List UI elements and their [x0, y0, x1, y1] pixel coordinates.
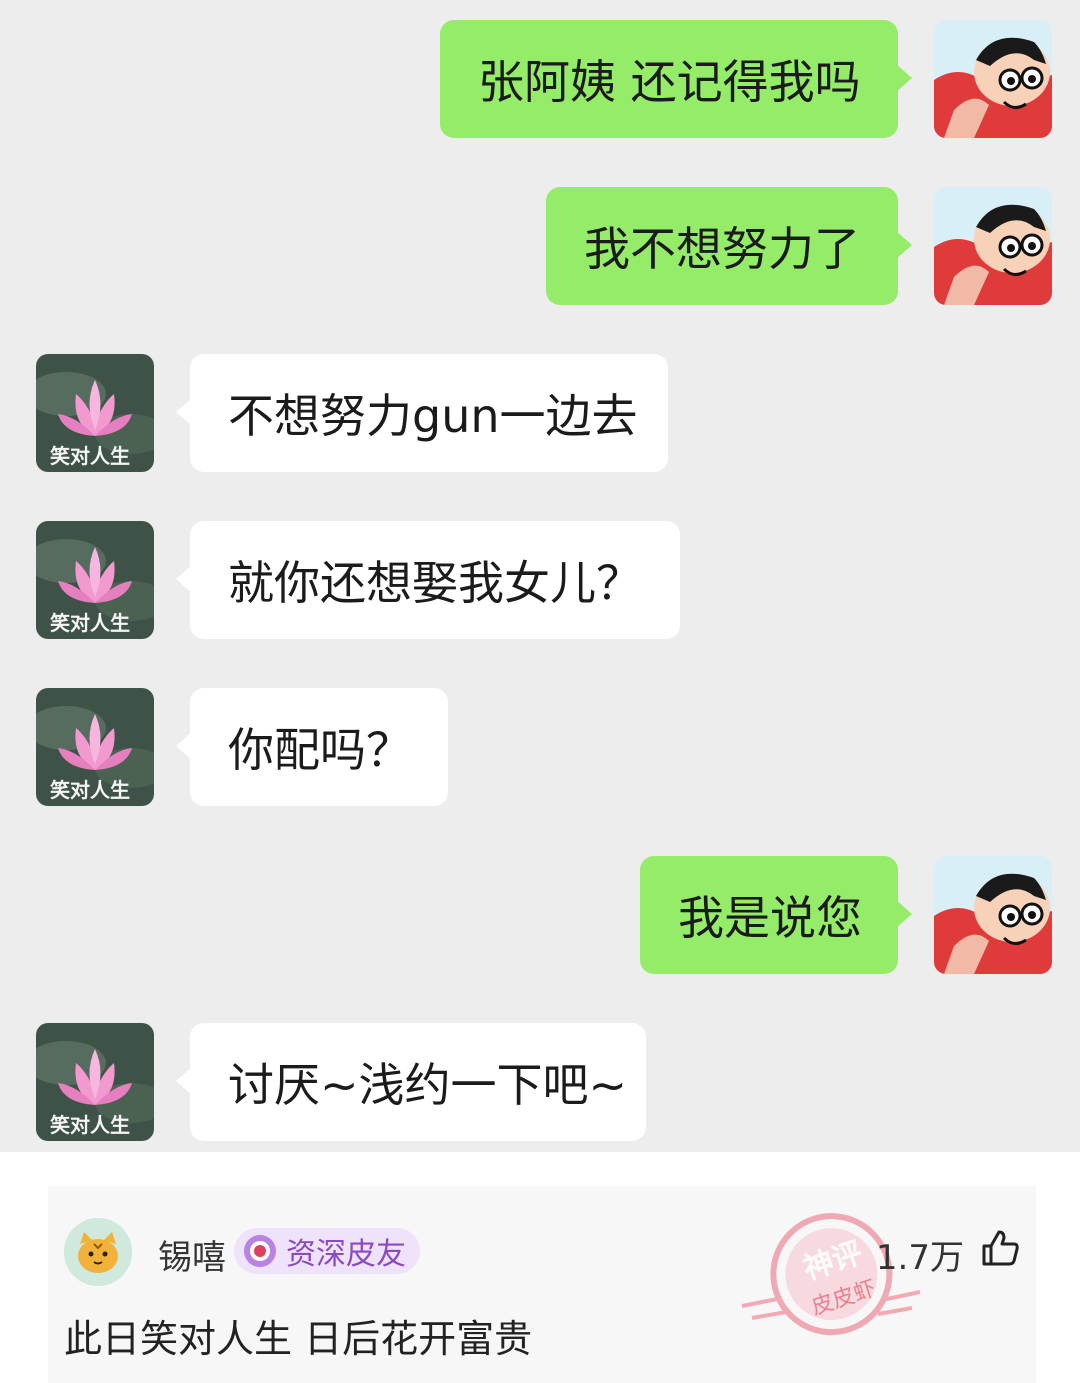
- comment-username[interactable]: 锡嘻: [158, 1230, 226, 1279]
- sent-message-bubble: 我不想努力了: [546, 187, 912, 305]
- lotus-avatar-caption: 笑对人生: [50, 444, 130, 468]
- user-rank-badge: 资深皮友: [234, 1228, 420, 1274]
- lotus-avatar-caption: 笑对人生: [50, 778, 130, 802]
- like-count: 1.7万: [875, 1238, 964, 1278]
- comment-text: 此日笑对人生 日后花开富贵: [64, 1317, 533, 1361]
- lotus-avatar-icon[interactable]: 笑对人生: [36, 1023, 154, 1141]
- lotus-avatar-icon[interactable]: 笑对人生: [36, 688, 154, 806]
- lotus-avatar-icon[interactable]: 笑对人生: [36, 521, 154, 639]
- medal-icon: [244, 1235, 276, 1267]
- lotus-avatar-caption: 笑对人生: [50, 611, 130, 635]
- sent-message-bubble: 我是说您: [640, 856, 912, 974]
- shinchan-avatar-icon[interactable]: [934, 20, 1052, 138]
- received-message-bubble: 就你还想娶我女儿？: [176, 521, 680, 639]
- lotus-avatar-icon[interactable]: 笑对人生: [36, 354, 154, 472]
- sent-message-bubble: 张阿姨 还记得我吗: [440, 20, 912, 138]
- chat-screenshot: 张阿姨 还记得我吗 我不想努力了 笑对人生 不想努力gun一边去 笑对人生 就你…: [0, 0, 1080, 1152]
- tiger-avatar-icon[interactable]: [64, 1218, 132, 1286]
- shinchan-avatar-icon[interactable]: [934, 856, 1052, 974]
- received-message-bubble: 你配吗？: [176, 688, 448, 806]
- lotus-avatar-caption: 笑对人生: [50, 1113, 130, 1137]
- shinchan-avatar-icon[interactable]: [934, 187, 1052, 305]
- user-rank-label: 资深皮友: [286, 1237, 406, 1272]
- thumbs-up-icon[interactable]: [978, 1226, 1022, 1270]
- received-message-bubble: 不想努力gun一边去: [176, 354, 668, 472]
- comment-card: 锡嘻 资深皮友 神评 皮皮虾 1.7万 此日笑对人生 日后花开富贵: [48, 1186, 1036, 1383]
- received-message-bubble: 讨厌~浅约一下吧~: [176, 1023, 646, 1141]
